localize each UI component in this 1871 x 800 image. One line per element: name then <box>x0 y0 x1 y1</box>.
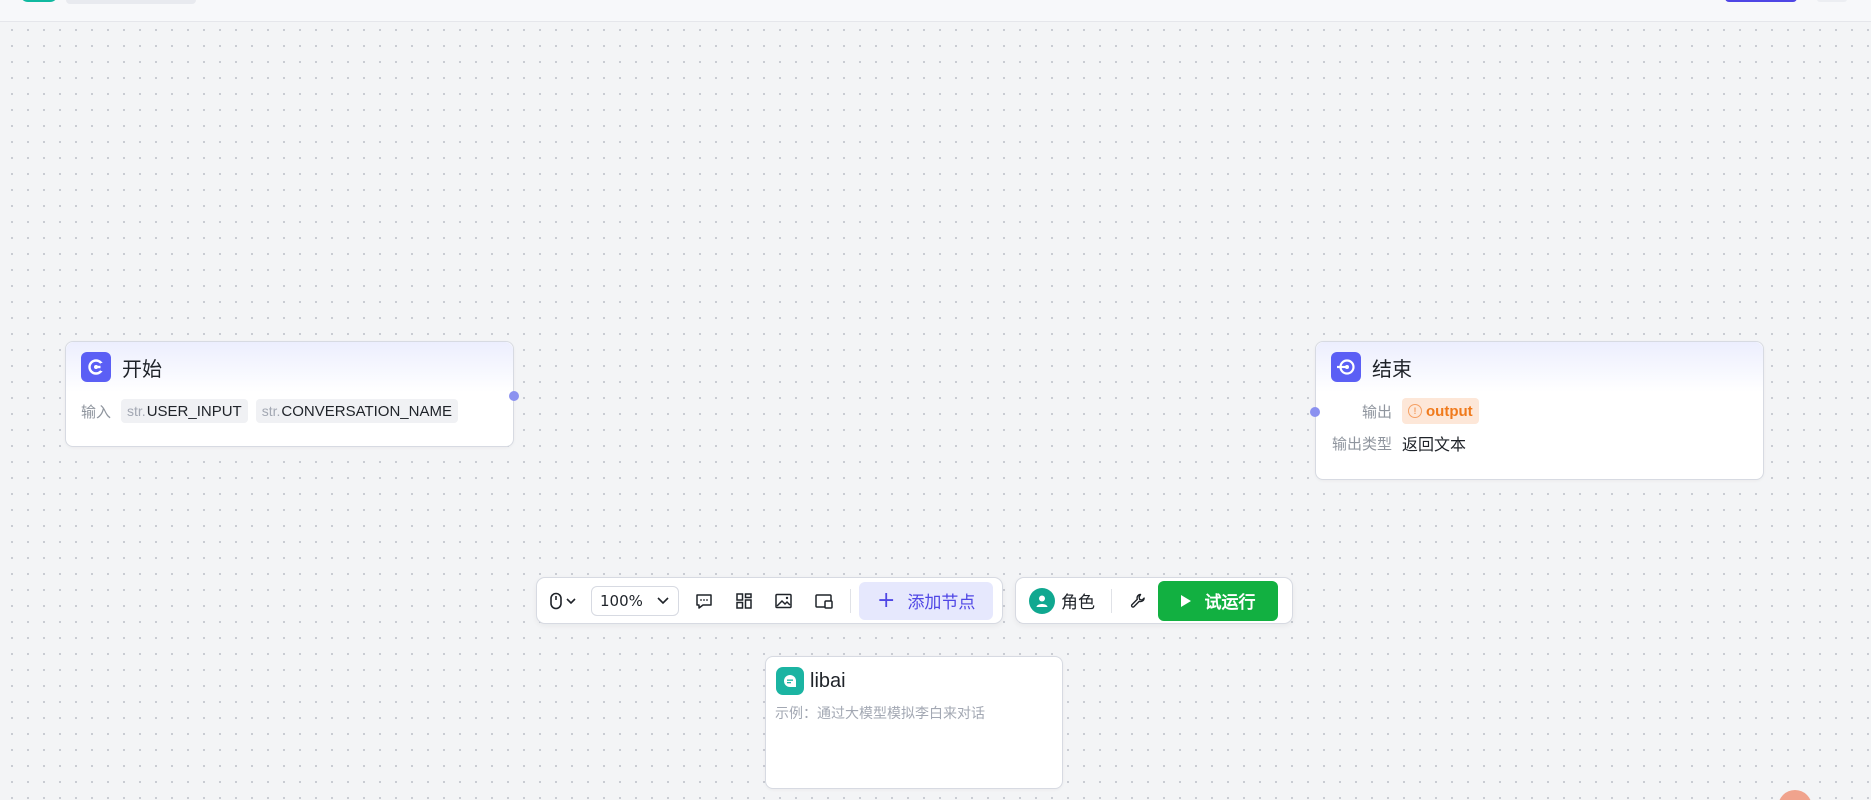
minimap-toggle-button[interactable] <box>804 583 844 619</box>
comment-icon <box>696 593 712 609</box>
param-type: str. <box>127 403 146 419</box>
end-node-input-handle[interactable] <box>1310 407 1320 417</box>
image-icon <box>775 593 792 608</box>
more-menu-button[interactable] <box>1817 0 1847 2</box>
add-node-button[interactable]: + 添加节点 <box>859 581 994 620</box>
start-node-input-row: 输入 str. USER_INPUT str. CONVERSATION_NAM… <box>66 396 513 426</box>
publish-button[interactable] <box>1725 0 1797 2</box>
libai-node-description: 示例：通过大模型模拟李白来对话 <box>775 706 985 722</box>
run-toolbar: 角色 试运行 <box>1015 577 1293 624</box>
play-icon <box>1180 594 1191 607</box>
workflow-name-tag[interactable] <box>66 0 196 4</box>
output-type-value: 返回文本 <box>1402 435 1467 454</box>
plus-icon: + <box>877 587 896 613</box>
output-variable-name: output <box>1426 402 1473 420</box>
wrench-icon <box>1130 593 1145 608</box>
warning-icon: ! <box>1408 404 1422 418</box>
role-button[interactable]: 角色 <box>1021 583 1105 619</box>
end-node-header: 结束 <box>1316 342 1763 392</box>
start-node-icon <box>81 352 111 382</box>
toolbar-divider <box>1111 588 1112 613</box>
test-run-button[interactable]: 试运行 <box>1158 580 1278 621</box>
start-node-output-handle[interactable] <box>509 391 519 401</box>
assistant-float-button[interactable] <box>1778 790 1812 800</box>
end-node-icon <box>1331 352 1361 382</box>
role-label: 角色 <box>1061 593 1095 613</box>
auto-layout-button[interactable] <box>724 583 764 619</box>
libai-node[interactable]: libai 示例：通过大模型模拟李白来对话 <box>765 656 1063 789</box>
param-type: str. <box>261 403 281 419</box>
libai-node-header: libai <box>766 657 1062 695</box>
run-label: 试运行 <box>1204 593 1256 613</box>
start-node[interactable]: 开始 输入 str. USER_INPUT str. CONVERSATION_… <box>65 341 514 447</box>
minimap-icon <box>815 593 833 609</box>
output-type-label: 输出类型 <box>1331 434 1392 453</box>
add-node-label: 添加节点 <box>907 593 976 613</box>
input-label: 输入 <box>81 402 112 421</box>
user-avatar-icon <box>1029 587 1055 614</box>
add-comment-button[interactable] <box>684 583 724 619</box>
zoom-select[interactable]: 100% <box>591 585 679 616</box>
libai-node-title: libai <box>810 669 846 692</box>
top-header <box>0 0 1871 22</box>
start-node-header: 开始 <box>66 342 513 392</box>
param-name: CONVERSATION_NAME <box>281 402 452 420</box>
param-name: USER_INPUT <box>146 402 242 420</box>
mouse-icon <box>550 592 576 609</box>
output-label: 输出 <box>1361 402 1392 421</box>
chat-node-icon <box>776 667 804 695</box>
end-node-title: 结束 <box>1372 356 1412 381</box>
end-node-type-row: 输出类型 返回文本 <box>1316 428 1763 458</box>
app-logo[interactable] <box>20 0 58 2</box>
toolbar-divider <box>850 588 851 613</box>
canvas-toolbar: 100% + 添加节点 <box>536 577 1003 624</box>
chevron-down-icon <box>657 596 669 604</box>
interaction-mode-button[interactable] <box>542 583 586 619</box>
output-variable-chip[interactable]: ! output <box>1402 398 1479 424</box>
tools-button[interactable] <box>1118 583 1158 619</box>
export-image-button[interactable] <box>764 583 804 619</box>
layout-icon <box>736 592 752 609</box>
end-node[interactable]: 结束 输出 ! output 输出类型 返回文本 <box>1315 341 1764 480</box>
param-chip-user-input: str. USER_INPUT <box>121 399 248 423</box>
param-chip-conversation-name: str. CONVERSATION_NAME <box>255 399 458 423</box>
zoom-value: 100% <box>600 591 643 610</box>
start-node-title: 开始 <box>122 356 162 381</box>
end-node-output-row: 输出 ! output <box>1316 396 1763 426</box>
